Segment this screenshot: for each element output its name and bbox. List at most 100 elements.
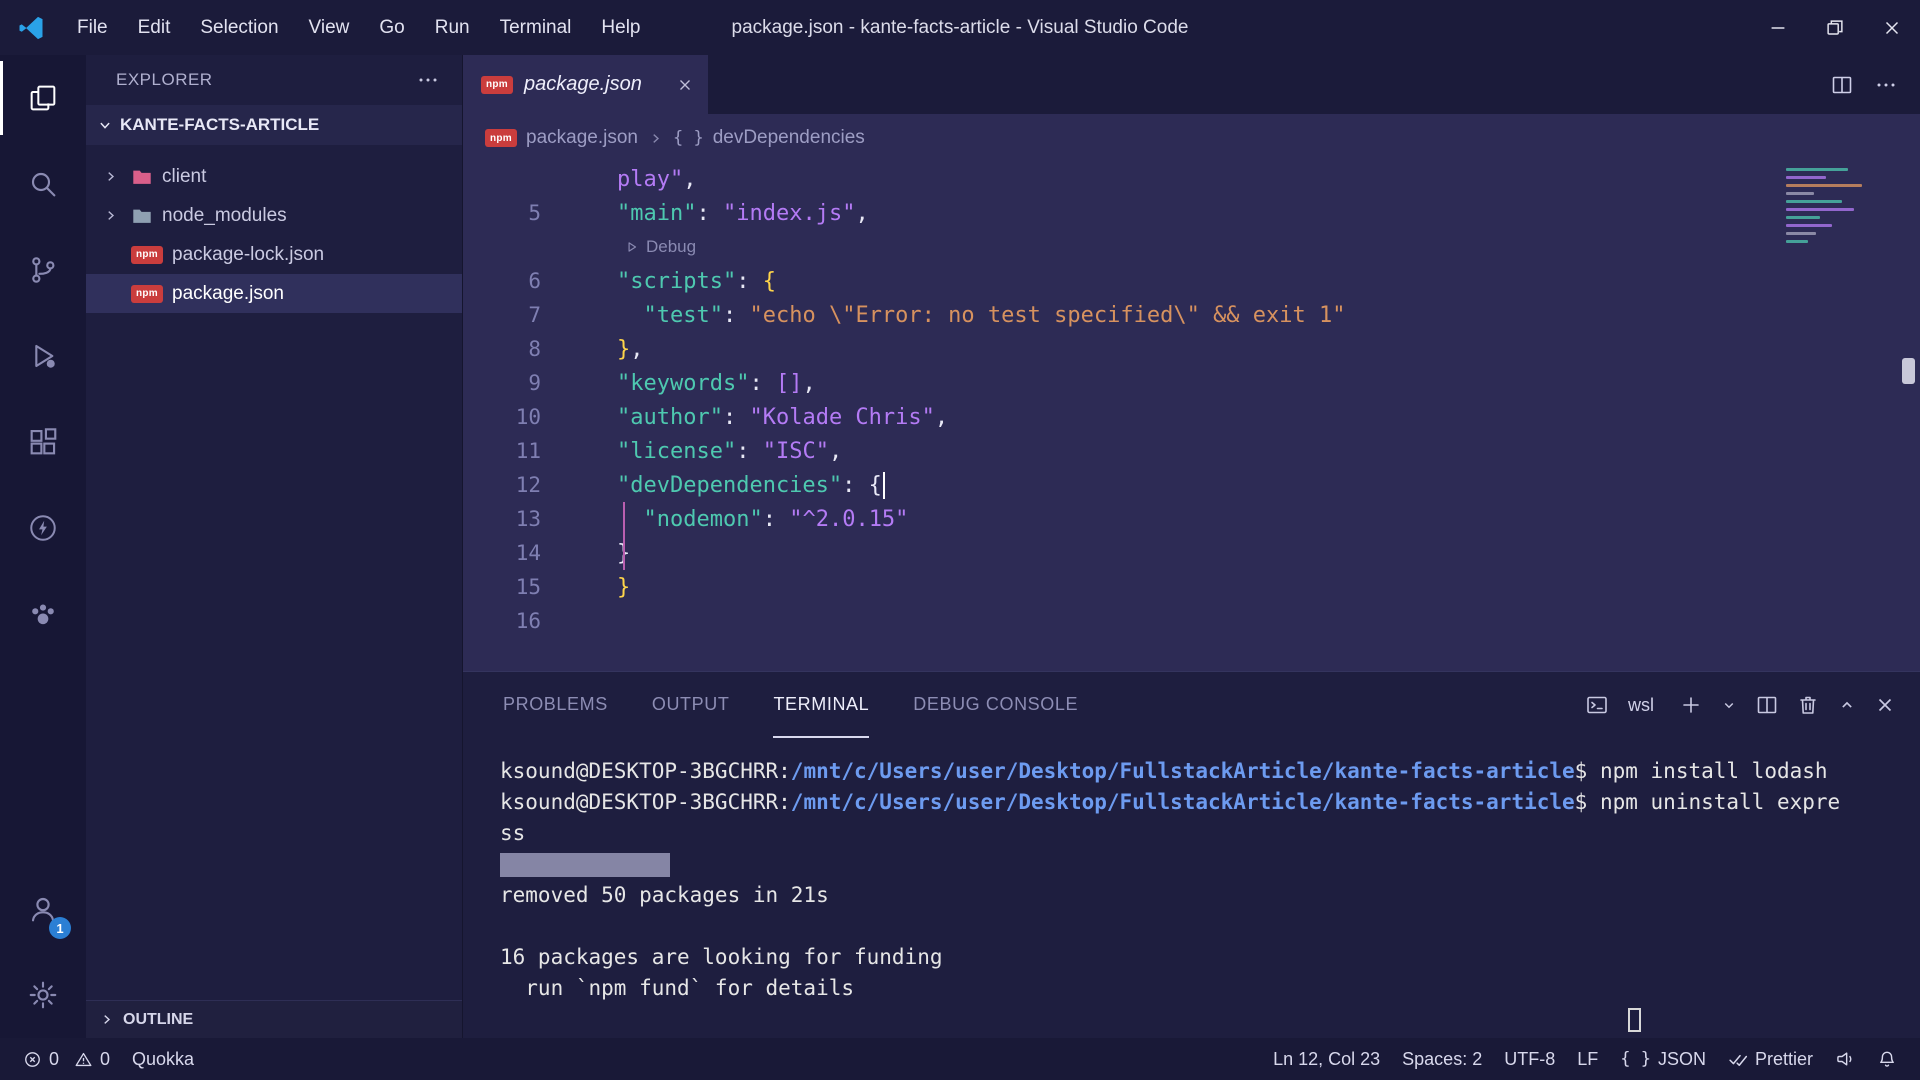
split-editor-icon[interactable] — [1830, 73, 1854, 97]
close-panel-icon[interactable] — [1874, 694, 1896, 716]
run-debug-icon[interactable] — [0, 313, 86, 399]
outline-label: OUTLINE — [123, 1011, 193, 1029]
minimap-line — [1786, 200, 1842, 203]
outline-section[interactable]: OUTLINE — [86, 1000, 462, 1038]
npm-icon — [131, 285, 163, 303]
menu-item-go[interactable]: Go — [364, 0, 419, 55]
kill-terminal-icon[interactable] — [1796, 693, 1820, 717]
code-line[interactable]: 15} — [463, 570, 1920, 604]
minimap[interactable] — [1786, 168, 1896, 248]
terminal-profile-dropdown-icon[interactable] — [1720, 696, 1738, 714]
code-line[interactable]: 13 "nodemon": "^2.0.15" — [463, 502, 1920, 536]
search-icon[interactable] — [0, 141, 86, 227]
minimize-button[interactable] — [1749, 0, 1806, 55]
chevron-right-icon — [647, 130, 664, 147]
code-line[interactable]: 10"author": "Kolade Chris", — [463, 400, 1920, 434]
notifications-status[interactable] — [1866, 1049, 1908, 1069]
scrollbar-thumb[interactable] — [1902, 358, 1915, 384]
editor-more-actions-icon[interactable] — [1874, 73, 1898, 97]
menu-item-selection[interactable]: Selection — [185, 0, 293, 55]
minimap-line — [1786, 168, 1848, 171]
file-label: package-lock.json — [172, 244, 324, 266]
split-terminal-icon[interactable] — [1755, 693, 1779, 717]
menu-item-view[interactable]: View — [294, 0, 365, 55]
file-label: node_modules — [162, 205, 287, 227]
cursor-position-label: Ln 12, Col 23 — [1273, 1049, 1380, 1070]
progress-block — [500, 853, 670, 877]
more-actions-icon[interactable] — [416, 68, 440, 92]
explorer-item-client[interactable]: client — [86, 157, 462, 196]
menu-item-run[interactable]: Run — [420, 0, 485, 55]
settings-gear-icon[interactable] — [0, 952, 86, 1038]
prompt-user: ksound@DESKTOP-3BGCHRR: — [500, 790, 791, 814]
panel-tab-terminal[interactable]: TERMINAL — [773, 672, 869, 738]
code-line[interactable]: 8}, — [463, 332, 1920, 366]
close-button[interactable] — [1863, 0, 1920, 55]
formatter-status[interactable]: Prettier — [1717, 1049, 1824, 1070]
language-label: JSON — [1658, 1049, 1706, 1070]
code-line[interactable]: 14} — [463, 536, 1920, 570]
code-line[interactable]: 16 — [463, 604, 1920, 638]
menu-item-edit[interactable]: Edit — [123, 0, 186, 55]
explorer-item-node_modules[interactable]: node_modules — [86, 196, 462, 235]
codelens-debug[interactable]: Debug — [625, 237, 696, 257]
extensions-icon[interactable] — [0, 399, 86, 485]
quokka-status[interactable]: Quokka — [121, 1038, 205, 1080]
prompt-path: /mnt/c/Users/user/Desktop/FullstackArtic… — [791, 759, 1575, 783]
chevron-right-icon — [98, 1011, 115, 1028]
code-line[interactable]: 7 "test": "echo \"Error: no test specifi… — [463, 298, 1920, 332]
paw-icon[interactable] — [0, 571, 86, 657]
folder-icon — [131, 166, 153, 188]
sidebar: EXPLORER KANTE-FACTS-ARTICLE clientnode_… — [86, 55, 463, 1038]
project-header[interactable]: KANTE-FACTS-ARTICLE — [86, 105, 462, 145]
eol-status[interactable]: LF — [1566, 1049, 1609, 1070]
breadcrumb-symbol[interactable]: devDependencies — [713, 127, 865, 149]
activity-bar: 1 — [0, 55, 86, 1038]
indentation-status[interactable]: Spaces: 2 — [1391, 1049, 1493, 1070]
panel-tab-output[interactable]: OUTPUT — [652, 672, 730, 738]
problems-status[interactable]: 0 0 — [12, 1038, 121, 1080]
code-line[interactable]: 9"keywords": [], — [463, 366, 1920, 400]
explorer-item-package.json[interactable]: package.json — [86, 274, 462, 313]
code-line[interactable]: play", — [463, 162, 1920, 196]
source-control-icon[interactable] — [0, 227, 86, 313]
terminal-cursor — [1628, 1008, 1641, 1032]
maximize-panel-icon[interactable] — [1837, 695, 1857, 715]
panel-tab-problems[interactable]: PROBLEMS — [503, 672, 608, 738]
terminal-content[interactable]: ksound@DESKTOP-3BGCHRR:/mnt/c/Users/user… — [463, 738, 1920, 1038]
terminal-line: removed 50 packages in 21s — [500, 880, 1920, 911]
code-line[interactable]: 6"scripts": { — [463, 264, 1920, 298]
terminal-line — [500, 911, 1920, 942]
explorer-item-package-lock.json[interactable]: package-lock.json — [86, 235, 462, 274]
line-number: 9 — [463, 371, 541, 395]
menu-item-terminal[interactable]: Terminal — [485, 0, 587, 55]
encoding-status[interactable]: UTF-8 — [1493, 1049, 1566, 1070]
window-controls — [1749, 0, 1920, 55]
panel-tab-debug-console[interactable]: DEBUG CONSOLE — [913, 672, 1078, 738]
npm-icon — [485, 129, 517, 147]
codelens-row[interactable]: Debug — [463, 230, 1920, 264]
run-icon — [625, 240, 639, 254]
shell-label[interactable]: wsl — [1628, 695, 1654, 716]
feedback-icon — [1835, 1049, 1855, 1069]
menu-item-file[interactable]: File — [62, 0, 123, 55]
line-number: 5 — [463, 201, 541, 225]
vscode-logo — [0, 0, 62, 55]
code-line[interactable]: 12"devDependencies": { — [463, 468, 1920, 502]
restore-button[interactable] — [1806, 0, 1863, 55]
account-icon[interactable]: 1 — [0, 866, 86, 952]
close-tab-icon[interactable] — [676, 76, 694, 94]
feedback-status[interactable] — [1824, 1049, 1866, 1069]
language-status[interactable]: { } JSON — [1609, 1049, 1717, 1070]
code-editor[interactable]: play",5"main": "index.js", Debug 6"scripts… — [463, 162, 1920, 671]
tab-package-json[interactable]: package.json — [463, 55, 708, 114]
breadcrumb-file[interactable]: package.json — [526, 127, 638, 149]
new-terminal-icon[interactable] — [1679, 693, 1703, 717]
code-line[interactable]: 5"main": "index.js", — [463, 196, 1920, 230]
thunder-client-icon[interactable] — [0, 485, 86, 571]
code-line[interactable]: 11"license": "ISC", — [463, 434, 1920, 468]
explorer-icon[interactable] — [0, 55, 86, 141]
menu-item-help[interactable]: Help — [586, 0, 655, 55]
menu-bar: FileEditSelectionViewGoRunTerminalHelp — [62, 0, 656, 55]
cursor-position-status[interactable]: Ln 12, Col 23 — [1262, 1049, 1391, 1070]
